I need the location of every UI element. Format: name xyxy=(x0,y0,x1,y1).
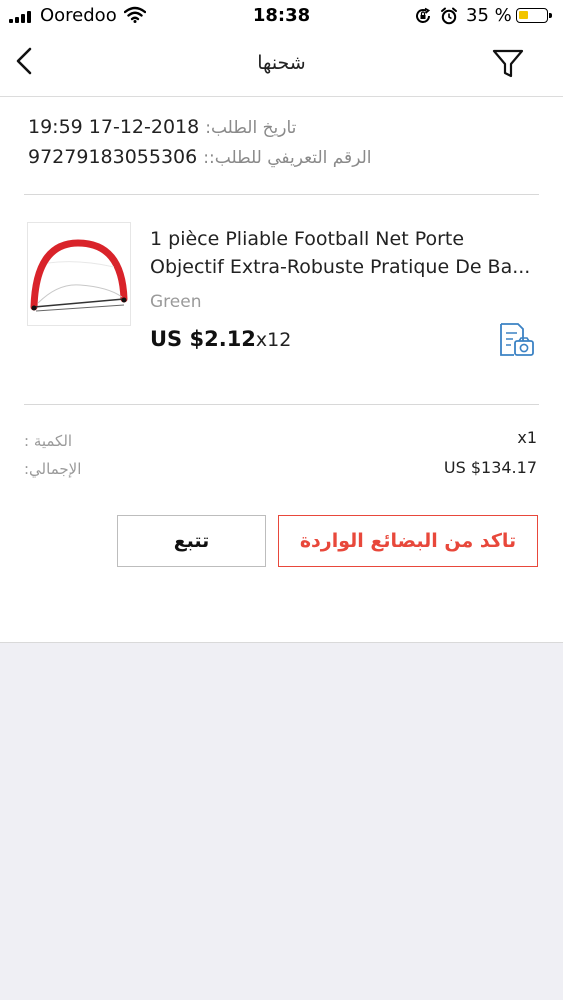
divider xyxy=(24,404,539,405)
filter-icon xyxy=(492,49,524,78)
alarm-icon xyxy=(441,7,457,25)
order-snapshot-icon[interactable] xyxy=(498,322,536,358)
navigation-bar: شحنها xyxy=(0,32,563,97)
product-title[interactable]: 1 pièce Pliable Football Net Porte Objec… xyxy=(150,225,540,281)
filter-button[interactable] xyxy=(491,46,525,80)
order-id-row: الرقم التعريفي للطلب:: 97279183055306 xyxy=(28,146,371,168)
quantity-label: الكمية : xyxy=(24,432,73,450)
order-date-label: تاريخ الطلب: xyxy=(205,118,297,138)
track-button[interactable]: تتبع xyxy=(117,515,266,567)
battery-percentage: 35 % xyxy=(466,5,512,26)
page-title: شحنها xyxy=(257,52,306,74)
product-price: US $2.12 xyxy=(150,327,256,351)
battery-icon xyxy=(516,8,552,23)
quantity-value: x1 xyxy=(517,428,537,447)
total-label: الإجمالي: xyxy=(24,460,82,478)
order-id-label: الرقم التعريفي للطلب:: xyxy=(203,148,372,168)
order-date-value: 19:59 17-12-2018 xyxy=(28,116,200,138)
football-goal-image xyxy=(30,239,128,312)
divider xyxy=(24,194,539,195)
product-variant: Green xyxy=(150,292,202,312)
product-image[interactable] xyxy=(27,222,131,326)
total-value: US $134.17 xyxy=(443,458,537,477)
status-bar: Ooredoo 18:38 35 % xyxy=(0,0,563,32)
product-title-line: Objectif Extra-Robuste Pratique De Ba... xyxy=(150,256,531,278)
order-id-value: 97279183055306 xyxy=(28,146,198,168)
rotation-lock-icon xyxy=(416,7,431,23)
confirm-receipt-button[interactable]: تاكد من البضائع الواردة xyxy=(278,515,538,567)
order-date-row: تاريخ الطلب: 19:59 17-12-2018 xyxy=(28,116,296,138)
product-quantity: x12 xyxy=(255,329,292,351)
product-price-row: US $2.12x12 xyxy=(150,327,291,351)
product-title-line: 1 pièce Pliable Football Net Porte xyxy=(150,228,465,250)
